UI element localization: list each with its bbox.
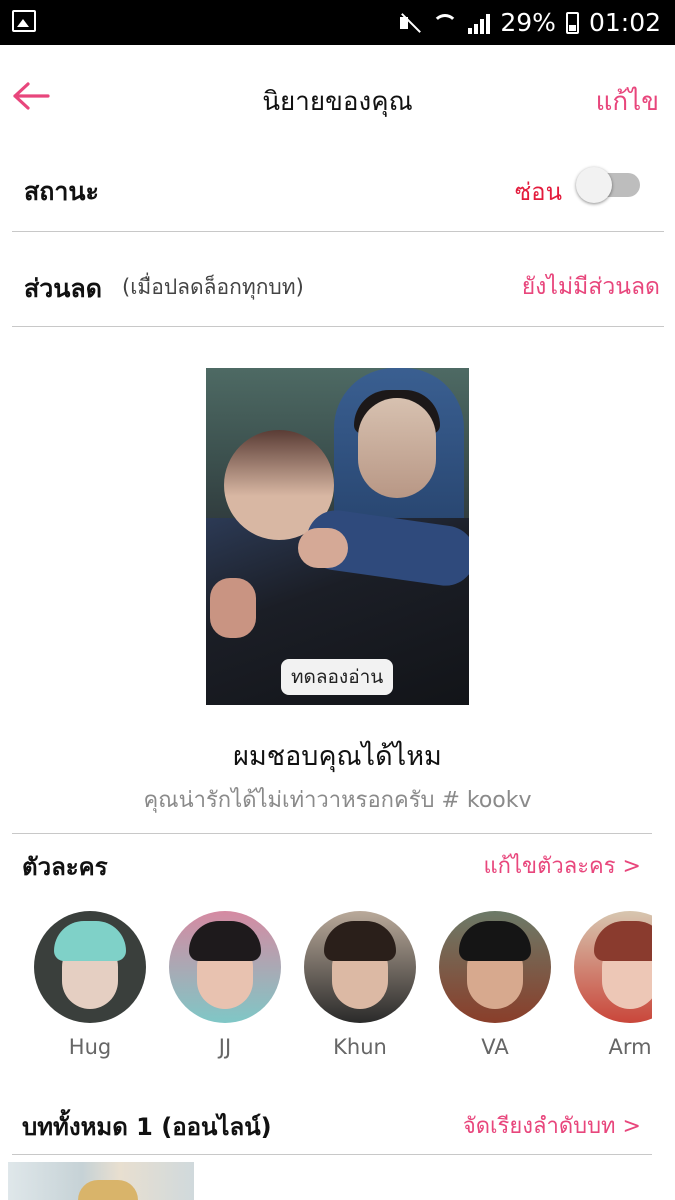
battery-icon — [565, 11, 579, 34]
page-title: นิยายของคุณ — [262, 87, 413, 117]
cover-detail — [358, 398, 436, 498]
thumbnail-detail — [78, 1180, 138, 1200]
discount-value[interactable]: ยังไม่มีส่วนลด — [522, 269, 660, 305]
chapter-thumbnail[interactable] — [8, 1162, 194, 1200]
gallery-icon — [12, 10, 36, 32]
characters-title: ตัวละคร — [22, 853, 108, 881]
edit-button[interactable]: แก้ไข — [596, 81, 659, 122]
character-item[interactable]: Arm — [574, 911, 652, 1059]
character-name: Khun — [333, 1035, 387, 1059]
character-name: VA — [481, 1035, 509, 1059]
character-item[interactable]: JJ — [169, 911, 281, 1059]
status-row: สถานะ ซ่อน — [12, 140, 664, 232]
avatar — [439, 911, 551, 1023]
avatar — [169, 911, 281, 1023]
toggle-knob — [576, 167, 612, 203]
avatar-hair — [54, 921, 126, 961]
signal-icon — [468, 12, 491, 34]
edit-characters-link[interactable]: แก้ไขตัวละคร > — [483, 848, 641, 883]
divider — [12, 1154, 652, 1155]
avatar — [304, 911, 416, 1023]
cover-detail — [298, 528, 348, 568]
avatar — [34, 911, 146, 1023]
avatar-hair — [189, 921, 261, 961]
discount-label: ส่วนลด — [24, 274, 102, 303]
status-value: ซ่อน — [514, 178, 562, 206]
battery-percent: 29% — [500, 8, 556, 37]
status-bar-right: 29% 01:02 — [398, 0, 661, 45]
avatar-hair — [324, 921, 396, 961]
story-tagline: คุณน่ารักได้ไม่เท่าวาหรอกครับ # kookv — [143, 788, 532, 813]
cover-detail — [210, 578, 256, 638]
app-header: นิยายของคุณ แก้ไข — [0, 45, 675, 150]
character-item[interactable]: VA — [439, 911, 551, 1059]
mute-icon — [398, 11, 422, 35]
divider — [12, 833, 652, 834]
clock: 01:02 — [588, 8, 661, 37]
avatar-hair — [459, 921, 531, 961]
avatar — [574, 911, 652, 1023]
sort-chapters-link[interactable]: จัดเรียงลำดับบท > — [463, 1108, 641, 1143]
avatar-hair — [594, 921, 652, 961]
trial-read-button[interactable]: ทดลองอ่าน — [281, 659, 394, 695]
discount-row[interactable]: ส่วนลด (เมื่อปลดล็อกทุกบท) ยังไม่มีส่วนล… — [12, 233, 664, 327]
status-bar: 29% 01:02 — [0, 0, 675, 45]
character-item[interactable]: Hug — [34, 911, 146, 1059]
story-cover-image[interactable]: ทดลองอ่าน — [206, 368, 469, 705]
character-name: JJ — [218, 1035, 232, 1059]
character-name: Arm — [608, 1035, 652, 1059]
chapters-title: บททั้งหมด 1 (ออนไลน์) — [22, 1113, 272, 1141]
character-list: Hug JJ Khun VA Arm — [34, 911, 652, 1071]
character-item[interactable]: Khun — [304, 911, 416, 1059]
visibility-toggle[interactable] — [576, 167, 640, 203]
story-title: ผมชอบคุณได้ไหม — [233, 741, 442, 772]
status-label: สถานะ — [24, 177, 99, 206]
character-name: Hug — [68, 1035, 112, 1059]
wifi-icon — [432, 13, 459, 40]
discount-note: (เมื่อปลดล็อกทุกบท) — [122, 275, 304, 299]
